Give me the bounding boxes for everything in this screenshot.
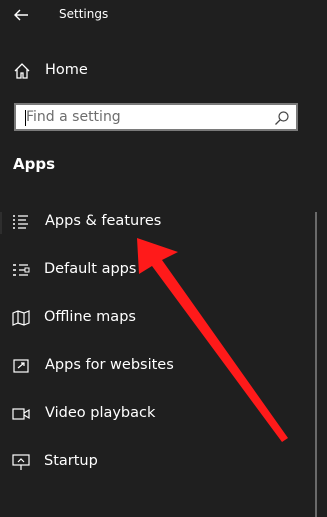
startup-icon xyxy=(12,454,30,470)
scrollbar[interactable] xyxy=(315,212,317,517)
nav-item-apps-features[interactable]: Apps & features xyxy=(0,202,327,242)
back-button[interactable] xyxy=(8,2,34,28)
search-placeholder: Find a setting xyxy=(26,109,121,125)
settings-window: Settings Home Find a setting Apps Apps &… xyxy=(0,0,327,517)
window-title: Settings xyxy=(59,7,109,21)
nav-item-offline-maps[interactable]: Offline maps xyxy=(0,298,327,338)
nav-item-startup[interactable]: Startup xyxy=(0,442,327,482)
nav-item-label: Default apps xyxy=(44,261,137,277)
default-apps-icon xyxy=(13,264,30,276)
search-icon xyxy=(275,111,289,125)
title-bar: Settings xyxy=(0,0,327,32)
nav-item-label: Offline maps xyxy=(44,309,136,325)
nav-item-label: Video playback xyxy=(45,405,156,421)
nav-home[interactable]: Home xyxy=(0,51,327,91)
open-external-icon xyxy=(13,359,29,373)
search-input[interactable]: Find a setting xyxy=(14,103,298,131)
nav-home-label: Home xyxy=(45,62,88,78)
nav-item-label: Startup xyxy=(44,453,98,469)
nav-item-video-playback[interactable]: Video playback xyxy=(0,394,327,434)
home-icon xyxy=(14,63,30,79)
video-icon xyxy=(12,408,30,420)
nav-item-apps-for-websites[interactable]: Apps for websites xyxy=(0,346,327,386)
map-icon xyxy=(12,310,30,326)
apps-features-icon xyxy=(13,215,28,229)
nav-item-label: Apps & features xyxy=(45,213,162,229)
arrow-left-icon xyxy=(14,9,28,21)
nav-item-default-apps[interactable]: Default apps xyxy=(0,250,327,290)
section-heading: Apps xyxy=(13,155,56,173)
nav-item-label: Apps for websites xyxy=(45,357,174,373)
